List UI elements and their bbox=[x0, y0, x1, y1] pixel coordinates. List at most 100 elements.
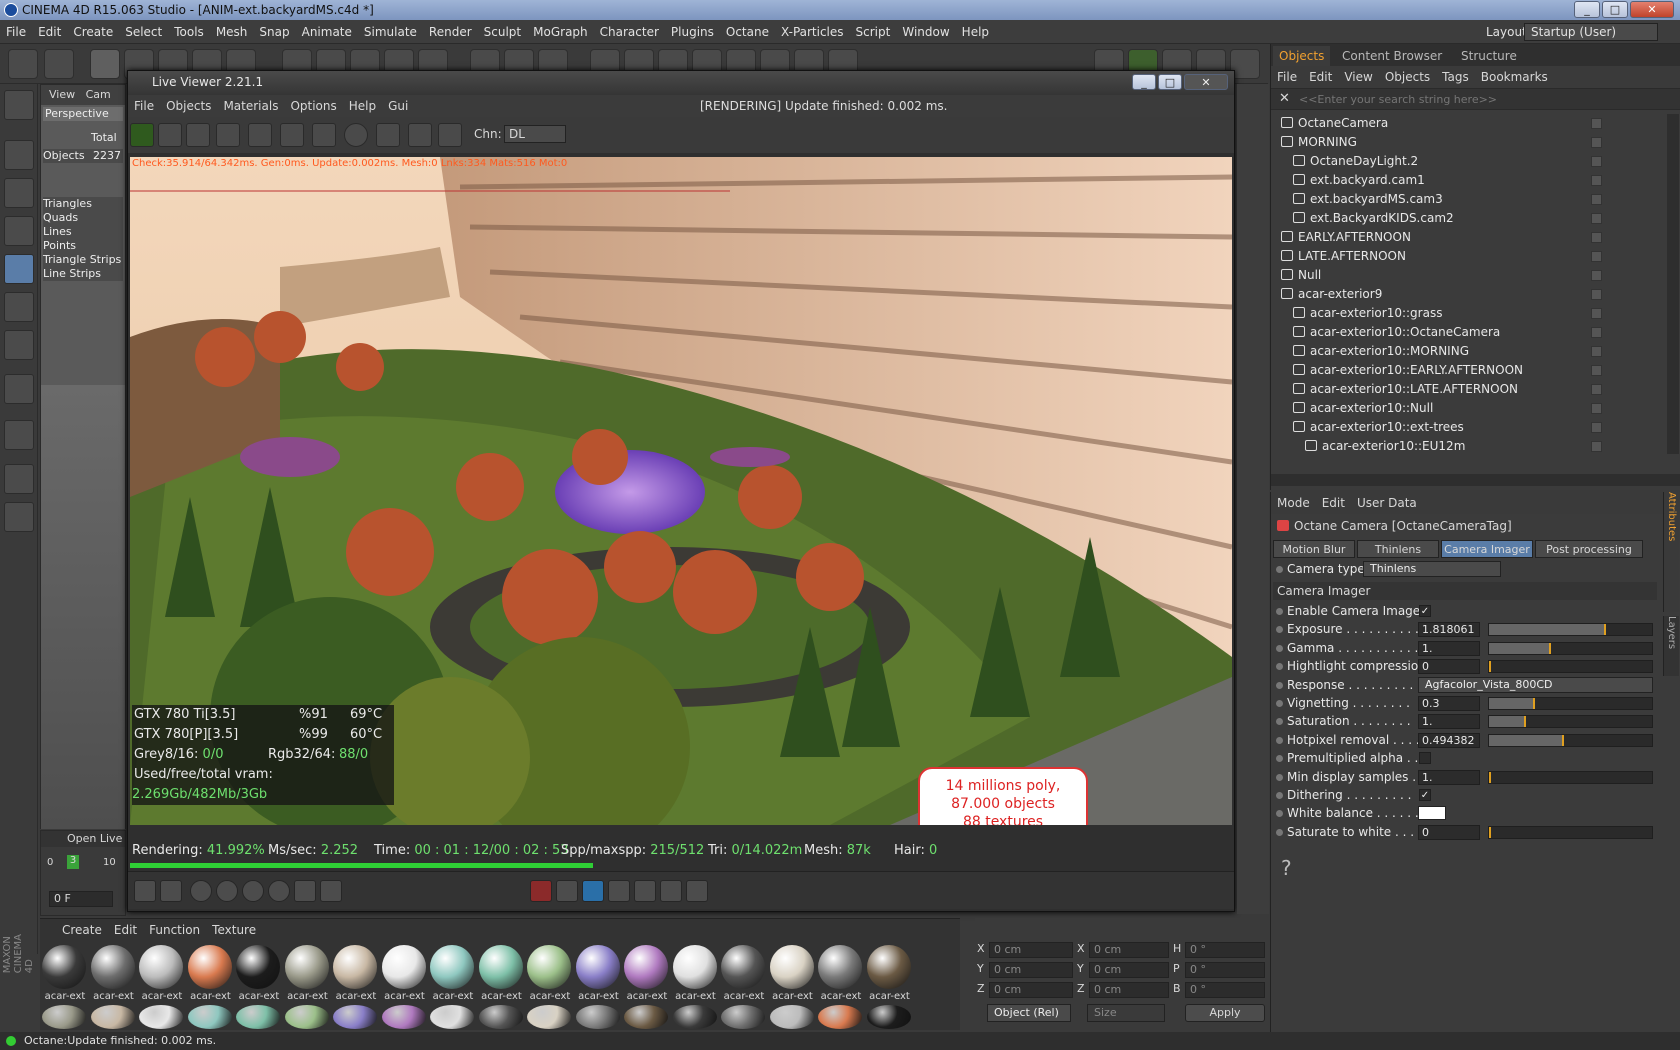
layer-visibility-icon[interactable] bbox=[1591, 270, 1602, 281]
coord-rotation-field[interactable]: 0 ° bbox=[1185, 982, 1265, 998]
material-swatch[interactable] bbox=[381, 945, 426, 989]
layer-visibility-icon[interactable] bbox=[1591, 175, 1602, 186]
object-row[interactable]: ext.backyard.cam1 bbox=[1271, 171, 1666, 190]
param-anim-dot[interactable] bbox=[1276, 755, 1283, 763]
film-icon[interactable] bbox=[634, 880, 656, 902]
param-anim-dot[interactable] bbox=[1276, 700, 1283, 707]
coord-rotation-field[interactable]: 0 ° bbox=[1185, 942, 1265, 958]
layer-visibility-icon[interactable] bbox=[1591, 308, 1602, 319]
sphere-preview-4-icon[interactable] bbox=[268, 880, 290, 902]
object-row[interactable]: OctaneCamera bbox=[1271, 114, 1666, 133]
object-tree-hscrollbar[interactable] bbox=[1271, 474, 1680, 486]
param-slider[interactable] bbox=[1488, 697, 1653, 710]
lv-menu-options[interactable]: Options bbox=[284, 95, 342, 117]
param-anim-dot[interactable] bbox=[1276, 644, 1283, 652]
contrast-icon[interactable] bbox=[556, 880, 578, 902]
object-row[interactable]: ext.backyardMS.cam3 bbox=[1271, 190, 1666, 209]
material-swatch[interactable] bbox=[866, 945, 911, 989]
om-tab-1[interactable]: Content Browser bbox=[1336, 46, 1448, 66]
locked-workplane-icon[interactable] bbox=[4, 502, 34, 532]
material-swatch[interactable] bbox=[333, 1005, 377, 1029]
lv-menu-help[interactable]: Help bbox=[343, 95, 382, 117]
menu-mesh[interactable]: Mesh bbox=[210, 20, 254, 44]
om-menu-objects[interactable]: Objects bbox=[1379, 66, 1436, 88]
lv-menu-materials[interactable]: Materials bbox=[217, 95, 284, 117]
object-row[interactable]: MORNING bbox=[1271, 133, 1666, 152]
om-tab-2[interactable]: Structure bbox=[1455, 46, 1523, 66]
param-anim-dot[interactable] bbox=[1276, 681, 1283, 689]
param-value-field[interactable]: 1.818061 bbox=[1418, 622, 1480, 638]
attr-menu-user-data[interactable]: User Data bbox=[1351, 492, 1423, 514]
material-swatch[interactable] bbox=[721, 1005, 765, 1029]
material-swatch[interactable] bbox=[721, 945, 765, 989]
apply-button[interactable]: Apply bbox=[1185, 1004, 1265, 1022]
menu-x-particles[interactable]: X-Particles bbox=[775, 20, 850, 44]
sphere-preview-icon[interactable] bbox=[190, 880, 212, 902]
material-swatch[interactable] bbox=[187, 1005, 232, 1029]
material-swatch[interactable] bbox=[42, 1005, 86, 1029]
menu-create[interactable]: Create bbox=[67, 20, 119, 44]
grid-view-icon[interactable] bbox=[134, 880, 156, 902]
redo-icon[interactable] bbox=[44, 49, 74, 79]
undo-icon[interactable] bbox=[8, 49, 38, 79]
coord-size-select[interactable]: Size bbox=[1087, 1004, 1165, 1022]
material-swatch[interactable] bbox=[381, 1005, 426, 1029]
param-anim-dot[interactable] bbox=[1276, 663, 1283, 671]
attr-tab-3[interactable]: Post processing bbox=[1535, 540, 1643, 558]
param-checkbox[interactable]: ✓ bbox=[1419, 605, 1431, 617]
menu-tools[interactable]: Tools bbox=[168, 20, 210, 44]
layer-visibility-icon[interactable] bbox=[1591, 384, 1602, 395]
tweak-mode-icon[interactable] bbox=[4, 420, 34, 450]
coord-scale-field[interactable]: 0 cm bbox=[1089, 942, 1169, 958]
layer-visibility-icon[interactable] bbox=[1591, 118, 1602, 129]
layer-visibility-icon[interactable] bbox=[1591, 422, 1602, 433]
material-swatch[interactable] bbox=[478, 945, 523, 989]
mat-menu-create[interactable]: Create bbox=[56, 919, 108, 941]
coord-position-field[interactable]: 0 cm bbox=[989, 982, 1073, 998]
param-value-field[interactable]: 1. bbox=[1418, 640, 1480, 656]
mat-menu-texture[interactable]: Texture bbox=[206, 919, 262, 941]
octane-render-icon[interactable] bbox=[130, 123, 154, 147]
object-row[interactable]: LATE.AFTERNOON bbox=[1271, 247, 1666, 266]
viewport-menu-cam[interactable]: Cam bbox=[86, 88, 111, 101]
param-anim-dot[interactable] bbox=[1276, 718, 1283, 726]
lv-help-icon[interactable] bbox=[320, 880, 342, 902]
param-slider[interactable] bbox=[1488, 623, 1653, 637]
param-anim-dot[interactable] bbox=[1276, 736, 1283, 744]
lv-menu-objects[interactable]: Objects bbox=[160, 95, 217, 117]
material-swatch[interactable] bbox=[866, 1005, 911, 1029]
focus-picker-icon[interactable] bbox=[408, 123, 432, 147]
model-mode-icon[interactable] bbox=[4, 140, 34, 170]
material-swatch[interactable] bbox=[139, 1005, 183, 1029]
lv-menu-gui[interactable]: Gui bbox=[382, 95, 414, 117]
lv-maximize-button[interactable]: □ bbox=[1158, 74, 1182, 90]
param-checkbox[interactable] bbox=[1419, 752, 1431, 765]
layer-visibility-icon[interactable] bbox=[1591, 232, 1602, 243]
material-swatch[interactable] bbox=[672, 945, 717, 989]
menu-mograph[interactable]: MoGraph bbox=[527, 20, 594, 44]
object-tree-scrollbar[interactable] bbox=[1667, 114, 1679, 454]
param-anim-dot[interactable] bbox=[1276, 828, 1283, 836]
layer-visibility-icon[interactable] bbox=[1591, 137, 1602, 148]
material-swatch[interactable] bbox=[236, 945, 280, 989]
side-tab-layers[interactable]: Layers bbox=[1663, 616, 1679, 676]
lv-menu-file[interactable]: File bbox=[128, 95, 160, 117]
param-anim-dot[interactable] bbox=[1276, 626, 1283, 634]
material-swatch[interactable] bbox=[42, 945, 86, 989]
restart-render-icon[interactable] bbox=[158, 123, 182, 147]
object-row[interactable]: acar-exterior10::grass bbox=[1271, 304, 1666, 323]
param-slider[interactable] bbox=[1488, 641, 1653, 655]
material-swatch[interactable] bbox=[769, 945, 814, 989]
layer-visibility-icon[interactable] bbox=[1591, 441, 1602, 452]
attr-menu-edit[interactable]: Edit bbox=[1316, 492, 1351, 514]
render-settings-gear-icon[interactable] bbox=[280, 123, 304, 147]
material-swatch[interactable] bbox=[769, 1005, 814, 1029]
menu-script[interactable]: Script bbox=[850, 20, 897, 44]
material-swatch[interactable] bbox=[575, 945, 620, 989]
menu-select[interactable]: Select bbox=[119, 20, 168, 44]
material-swatch[interactable] bbox=[430, 945, 474, 989]
param-value-field[interactable]: 0.3 bbox=[1418, 696, 1480, 711]
layer-visibility-icon[interactable] bbox=[1591, 213, 1602, 224]
material-swatch[interactable] bbox=[284, 945, 329, 989]
object-row[interactable]: acar-exterior10::LATE.AFTERNOON bbox=[1271, 380, 1666, 399]
